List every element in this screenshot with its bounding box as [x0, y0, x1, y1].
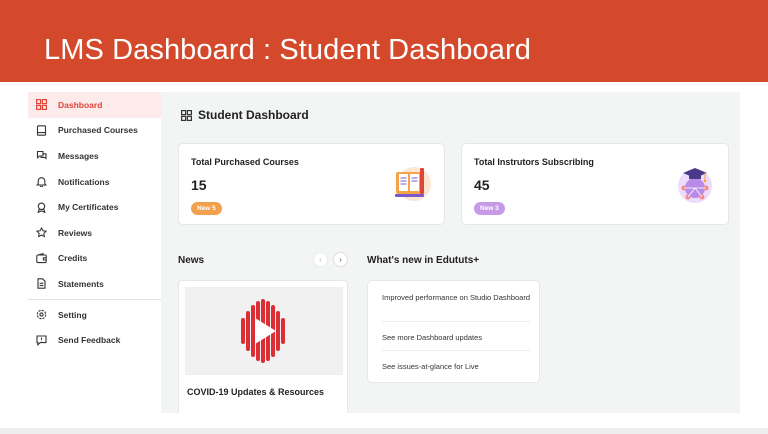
whats-new-item[interactable]: See issues-at-glance for Live — [382, 361, 479, 372]
sidebar-item-dashboard[interactable]: Dashboard — [28, 92, 161, 118]
whats-new-item[interactable]: Improved performance on Studio Dashboard — [382, 292, 530, 303]
title-banner: LMS Dashboard : Student Dashboard — [0, 0, 768, 82]
sidebar-item-label: Setting — [58, 309, 87, 320]
books-illustration-icon — [390, 162, 434, 206]
certificate-icon — [35, 201, 47, 213]
sidebar-item-my-certificates[interactable]: My Certificates — [28, 194, 161, 220]
main-panel: Student Dashboard Total Purchased Course… — [161, 92, 740, 413]
divider — [382, 321, 530, 322]
stat-card-purchased-courses[interactable]: Total Purchased Courses 15 New 5 — [178, 143, 445, 225]
sidebar-item-credits[interactable]: Credits — [28, 246, 161, 272]
star-icon — [35, 227, 47, 239]
whats-new-item[interactable]: See more Dashboard updates — [382, 332, 482, 343]
grid-icon — [181, 109, 193, 121]
sidebar-item-label: Dashboard — [58, 99, 103, 110]
wallet-icon — [35, 252, 47, 264]
sidebar-item-send-feedback[interactable]: Send Feedback — [28, 327, 161, 353]
chevron-left-icon: ‹ — [319, 255, 322, 264]
news-thumbnail — [185, 287, 343, 375]
video-play-icon — [241, 299, 285, 363]
sidebar-item-label: Purchased Courses — [58, 125, 138, 136]
gear-icon — [35, 309, 47, 321]
graduation-network-icon — [674, 162, 718, 206]
whats-new-title: What's new in Edututs+ — [367, 255, 480, 266]
sidebar-item-reviews[interactable]: Reviews — [28, 220, 161, 246]
sidebar-item-statements[interactable]: Statements — [28, 271, 161, 297]
sidebar-item-notifications[interactable]: Notifications — [28, 169, 161, 195]
grid-icon — [35, 99, 47, 111]
feedback-icon — [35, 334, 47, 346]
news-prev-button[interactable]: ‹ — [313, 252, 328, 267]
chevron-right-icon: › — [339, 255, 342, 264]
sidebar-item-messages[interactable]: Messages — [28, 143, 161, 169]
sidebar-item-label: Credits — [58, 253, 88, 264]
sidebar-item-label: My Certificates — [58, 202, 119, 213]
news-card[interactable]: COVID-19 Updates & Resources — [178, 280, 348, 413]
chat-icon — [35, 150, 47, 162]
stat-card-instructors[interactable]: Total Instrutors Subscribing 45 New 3 — [461, 143, 729, 225]
sidebar-item-label: Messages — [58, 150, 99, 161]
new-badge: New 3 — [474, 202, 505, 215]
bell-icon — [35, 176, 47, 188]
divider — [382, 350, 530, 351]
news-title: News — [178, 255, 205, 266]
new-badge: New 5 — [191, 202, 222, 215]
book-icon — [35, 124, 47, 136]
news-next-button[interactable]: › — [333, 252, 348, 267]
sidebar-item-setting[interactable]: Setting — [28, 302, 161, 328]
stat-value: 45 — [474, 177, 490, 193]
page-title: Student Dashboard — [181, 108, 309, 122]
slide-title: LMS Dashboard : Student Dashboard — [44, 34, 531, 66]
sidebar-item-label: Send Feedback — [58, 335, 121, 346]
bottom-strip — [0, 428, 768, 434]
page-title-text: Student Dashboard — [198, 108, 309, 122]
stat-label: Total Purchased Courses — [191, 157, 299, 167]
news-caption: COVID-19 Updates & Resources — [187, 387, 325, 397]
sidebar-item-label: Notifications — [58, 176, 110, 187]
document-icon — [35, 278, 47, 290]
whats-new-card: Improved performance on Studio Dashboard… — [367, 280, 540, 383]
sidebar-item-purchased-courses[interactable]: Purchased Courses — [28, 118, 161, 144]
sidebar-item-label: Statements — [58, 278, 104, 289]
sidebar-item-label: Reviews — [58, 227, 93, 238]
stat-label: Total Instrutors Subscribing — [474, 157, 594, 167]
stat-value: 15 — [191, 177, 207, 193]
sidebar: Dashboard Purchased Courses Messages Not… — [28, 92, 161, 353]
sidebar-divider — [28, 298, 161, 300]
